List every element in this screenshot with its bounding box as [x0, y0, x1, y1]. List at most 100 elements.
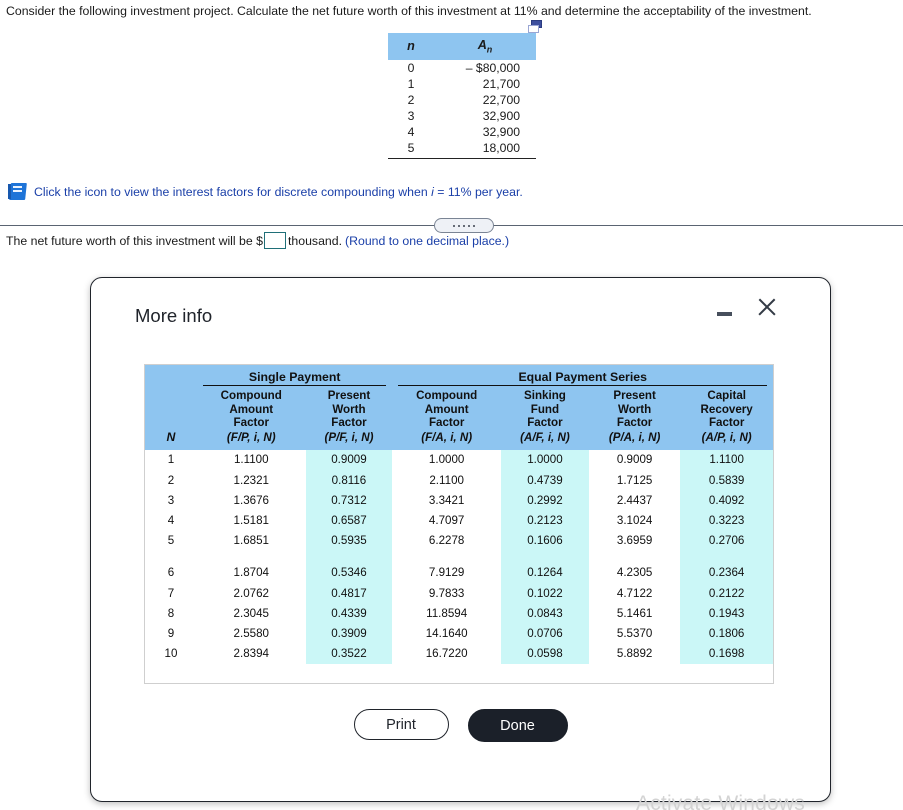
interest-factor-link[interactable]: Click the icon to view the interest fact… [8, 183, 523, 200]
factor-cell-FP: 2.3045 [233, 606, 269, 620]
factor-col-formula: (A/P, i, N) [701, 430, 752, 444]
factor-cell-FP: 1.3676 [233, 493, 269, 507]
minimize-icon[interactable] [714, 301, 736, 323]
factor-cell-N: 5 [167, 534, 175, 548]
factor-cell-PF: 0.4817 [331, 586, 367, 600]
factor-gap-cell [197, 551, 306, 563]
cash-flow-amount: 21,700 [482, 76, 520, 91]
factor-cell-FP: 1.6851 [233, 534, 269, 548]
factor-cell-N: 3 [167, 493, 175, 507]
factor-table-row: 7 2.0762 0.4817 9.7833 0.1022 4.7122 0.2122 [145, 584, 773, 604]
cash-flow-row: 2 22,700 [388, 92, 536, 108]
factor-cell-N: 9 [167, 627, 175, 640]
minimize-bar [717, 312, 732, 316]
close-icon[interactable] [754, 295, 780, 321]
modal-title: More info [135, 305, 213, 326]
factor-cell-PA: 2.4437 [616, 493, 653, 507]
factor-cell-AF: 0.4739 [527, 473, 563, 487]
single-payment-label: Single Payment [203, 370, 387, 386]
factor-cell-AF: 0.1022 [527, 586, 563, 600]
factor-col-formula: (P/A, i, N) [608, 430, 661, 444]
factor-cell-PF: 0.5935 [331, 534, 367, 548]
cash-flow-period: 3 [407, 108, 415, 123]
answer-input[interactable] [264, 232, 286, 249]
factor-col-header-line: Factor [331, 416, 367, 430]
factor-col-header-P/FiN: Present Worth Factor (P/F, i, N) [305, 389, 393, 451]
cash-flow-period: 1 [407, 76, 415, 91]
factor-cell-PA: 5.5370 [616, 627, 653, 640]
factor-gap-cell [145, 551, 197, 563]
factor-cell-PF: 0.4339 [331, 606, 367, 620]
factor-gap-cell [680, 551, 773, 563]
cash-flow-table: n An 0 – $80,000 1 21,700 2 22,700 3 32,900 4 32,… [388, 33, 536, 159]
factor-cell-AP: 0.1943 [708, 606, 745, 620]
factor-cell-AP: 0.1698 [708, 647, 745, 661]
print-button[interactable]: Print [353, 709, 449, 740]
factor-cell-AP: 0.2706 [708, 534, 745, 548]
factor-cell-PF: 0.5346 [331, 566, 367, 580]
factor-col-header-line: Recovery [700, 402, 753, 416]
factor-cell-N: 4 [167, 513, 175, 527]
factor-cell-AF: 0.0706 [527, 627, 563, 640]
factor-group-single-payment: Single Payment [197, 365, 393, 389]
cash-flow-amount: – $80,000 [465, 60, 520, 75]
factor-cell-AF: 0.2992 [527, 493, 563, 507]
done-button[interactable]: Done [467, 709, 568, 742]
cash-flow-period: 0 [407, 60, 415, 75]
link-text-after: = 11% per year. [433, 184, 523, 199]
factor-col-header-line: Amount [424, 402, 469, 416]
factor-cell-FA: 1.0000 [428, 453, 465, 467]
factor-table-row: 10 2.8394 0.3522 16.7220 0.0598 5.8892 0.1698 [145, 644, 773, 664]
modal-button-row: Print Done [91, 709, 830, 742]
factor-cell-FP: 1.8704 [233, 566, 269, 580]
cash-flow-row: 0 – $80,000 [388, 60, 536, 76]
factor-table-row: 8 2.3045 0.4339 11.8594 0.0843 5.1461 0.1943 [145, 604, 773, 624]
book-spine [8, 184, 11, 199]
factor-cell-PA: 0.9009 [616, 453, 653, 467]
factor-gap-cell [392, 551, 501, 563]
factor-cell-PA: 4.2305 [616, 566, 653, 580]
cash-flow-period: 5 [388, 139, 434, 159]
answer-suffix-text: thousand. [288, 233, 343, 248]
factor-table-gap-row [145, 551, 773, 563]
factor-col-header-F/AiN: Compound Amount Factor (F/A, i, N) [392, 389, 501, 451]
question-text: Consider the following investment projec… [6, 4, 812, 18]
factor-col-formula: (P/F, i, N) [324, 430, 374, 444]
factor-group-equal-payment-series: Equal Payment Series [392, 365, 773, 389]
factor-col-header-line: Factor [708, 416, 745, 430]
cash-flow-row: 4 32,900 [388, 124, 536, 140]
interest-factor-table-frame: Single Payment Equal Payment Series N Com… [144, 364, 774, 684]
factor-col-header-line: Present [613, 389, 656, 402]
factor-group-header-row: Single Payment Equal Payment Series [145, 365, 773, 389]
divider-collapse-handle[interactable] [434, 218, 494, 233]
factor-group-blank [145, 365, 197, 389]
factor-cell-PF: 0.9009 [331, 453, 367, 467]
popout-window-icon[interactable] [528, 20, 543, 34]
interest-factor-link-text[interactable]: Click the icon to view the interest fact… [34, 185, 523, 199]
factor-col-header-line: Compound [220, 389, 282, 402]
link-text-before: Click the icon to view the interest fact… [34, 184, 432, 199]
factor-cell-FP: 2.0762 [233, 586, 269, 600]
factor-col-formula: (A/F, i, N) [520, 430, 570, 444]
factor-col-header-line: Fund [530, 402, 560, 416]
factor-col-header-N: N [145, 389, 197, 451]
factor-cell-FP: 2.5580 [233, 627, 269, 640]
factor-cell-FA: 6.2278 [428, 534, 465, 548]
cash-flow-header-a: A [477, 38, 487, 52]
factor-cell-N: 2 [167, 473, 175, 487]
factor-cell-FP: 1.5181 [233, 513, 269, 527]
cash-flow-row: 5 18,000 [388, 139, 536, 159]
book-icon[interactable] [8, 183, 27, 200]
page-root: Consider the following investment projec… [0, 0, 903, 810]
cash-flow-amount: 22,700 [482, 92, 520, 107]
factor-cell-PA: 5.1461 [616, 606, 653, 620]
factor-cell-PA: 4.7122 [616, 586, 653, 600]
factor-cell-PF: 0.8116 [331, 473, 367, 487]
factor-col-header-F/PiN: Compound Amount Factor (F/P, i, N) [197, 389, 306, 451]
factor-col-header-A/FiN: Sinking Fund Factor (A/F, i, N) [500, 389, 589, 451]
cash-flow-header-row: n An [388, 33, 536, 60]
factor-col-header-line: Present [327, 389, 371, 402]
divider-dot [473, 224, 475, 227]
cash-flow-header-amount: An [434, 33, 536, 60]
factor-col-header-line: Worth [332, 402, 366, 416]
